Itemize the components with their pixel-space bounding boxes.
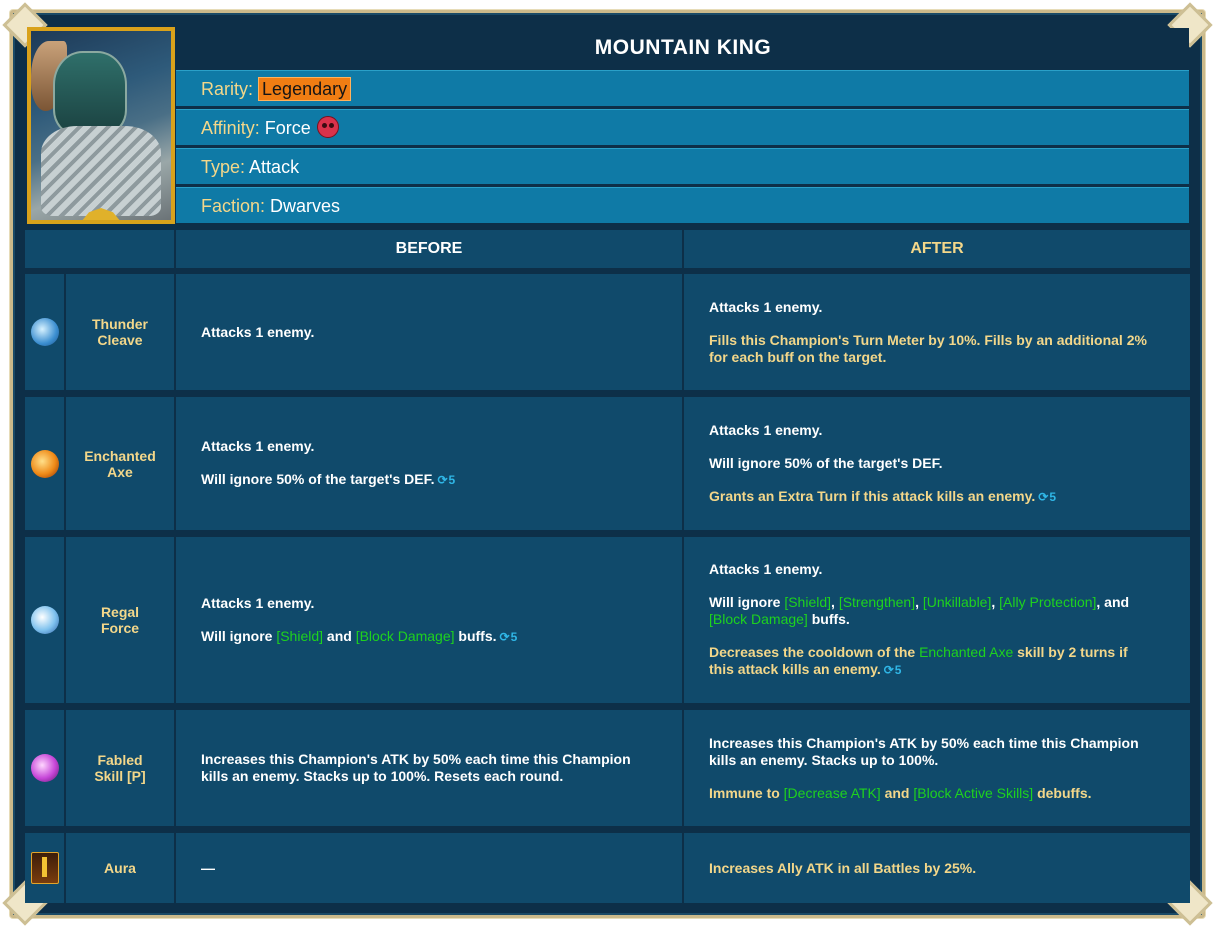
affinity-row: Affinity: Force <box>176 109 1189 145</box>
after-text-new: Grants an Extra Turn if this attack kill… <box>709 488 1150 506</box>
cooldown-icon: 5 <box>884 663 902 677</box>
cooldown-icon: 5 <box>500 630 518 644</box>
rarity-label: Rarity: <box>201 79 254 99</box>
champion-name: MOUNTAIN KING <box>177 28 1189 68</box>
skill-name-text: Regal Force <box>100 604 140 636</box>
buff-shield: [Shield] <box>784 594 832 610</box>
column-header-after: AFTER <box>684 230 1190 268</box>
buff-shield: [Shield] <box>276 627 324 644</box>
skill-after: Attacks 1 enemy. Will ignore 50% of the … <box>684 397 1190 530</box>
after-text-span: Grants an Extra Turn if this attack kill… <box>709 487 1036 504</box>
column-header-before: BEFORE <box>176 230 682 268</box>
after-text-span: debuffs. <box>1033 784 1092 801</box>
debuff-block-active-skills: [Block Active Skills] <box>913 784 1034 801</box>
fabled-skill-icon <box>30 754 59 782</box>
after-text: Attacks 1 enemy. <box>709 298 823 315</box>
buff-unkillable: [Unkillable] <box>922 594 992 610</box>
skill-reference: Enchanted Axe <box>919 644 1014 660</box>
faction-label: Faction: <box>201 196 266 216</box>
before-text: Increases this Champion's ATK by 50% eac… <box>201 751 631 784</box>
affinity-label: Affinity: <box>201 118 260 138</box>
type-label: Type: <box>201 157 246 177</box>
skill-name: Aura <box>66 833 174 903</box>
after-text-new: Fills this Champion's Turn Meter by 10%.… <box>709 331 1147 365</box>
after-text-span: buffs. <box>807 611 850 627</box>
after-text: Will ignore [Shield], [Strengthen], [Unk… <box>709 594 1150 628</box>
skill-name: Thunder Cleave <box>66 274 174 390</box>
helmet-graphic <box>53 51 127 135</box>
before-text: Attacks 1 enemy. <box>201 438 315 454</box>
separator: , and <box>1096 594 1130 610</box>
skill-after: Attacks 1 enemy. Will ignore [Shield], [… <box>684 537 1190 703</box>
separator: , <box>915 594 923 610</box>
separator: , <box>831 594 839 610</box>
skill-name-text: Aura <box>104 860 136 876</box>
skill-icon-cell <box>25 710 64 826</box>
conjunction: and <box>323 627 356 644</box>
skill-after: Increases this Champion's ATK by 50% eac… <box>684 710 1190 826</box>
after-text-span: Will ignore <box>709 594 785 610</box>
before-text-span: Will ignore 50% of the target's DEF. <box>201 471 435 487</box>
before-text: Will ignore 50% of the target's DEF.5 <box>201 471 642 489</box>
skill-name-text: Thunder Cleave <box>92 316 148 348</box>
skill-before: Attacks 1 enemy. Will ignore [Shield] an… <box>176 537 682 703</box>
buff-block-damage: [Block Damage] <box>355 627 455 644</box>
before-text-span: buffs. <box>454 627 497 644</box>
skill-name-text: Fabled Skill [P] <box>94 752 146 784</box>
before-text: Attacks 1 enemy. <box>201 594 315 611</box>
before-text: — <box>201 859 215 876</box>
skill-icon-cell <box>25 274 64 390</box>
skill-before: Attacks 1 enemy. <box>176 274 682 390</box>
after-text-new: Increases Ally ATK in all Battles by 25%… <box>709 859 977 876</box>
faction-value: Dwarves <box>270 196 341 216</box>
before-text: Attacks 1 enemy. <box>201 323 315 340</box>
cooldown-icon: 5 <box>437 473 455 487</box>
before-text: Will ignore [Shield] and [Block Damage] … <box>201 628 642 646</box>
faction-row: Faction: Dwarves <box>176 187 1189 223</box>
skill-name: Enchanted Axe <box>66 397 174 530</box>
skull-icon <box>316 116 339 138</box>
regal-force-icon <box>30 606 59 634</box>
after-text: Attacks 1 enemy. <box>709 561 823 577</box>
after-text: Will ignore 50% of the target's DEF. <box>709 454 943 471</box>
rarity-row: Rarity: Legendary <box>176 70 1189 106</box>
thunder-cleave-icon <box>30 318 59 346</box>
skill-icon-cell <box>25 537 64 703</box>
skill-before: Increases this Champion's ATK by 50% eac… <box>176 710 682 826</box>
buff-ally-protection: [Ally Protection] <box>999 594 1097 610</box>
header-blank <box>25 230 174 268</box>
aura-icon <box>30 852 59 884</box>
skill-after: Attacks 1 enemy. Fills this Champion's T… <box>684 274 1190 390</box>
cooldown-icon: 5 <box>1038 490 1056 504</box>
conjunction: and <box>880 784 914 801</box>
enchanted-axe-icon <box>30 449 59 478</box>
before-text-span: Will ignore <box>201 627 277 644</box>
skill-before: Attacks 1 enemy. Will ignore 50% of the … <box>176 397 682 530</box>
skill-after: Increases Ally ATK in all Battles by 25%… <box>684 833 1190 903</box>
skill-name-text: Enchanted Axe <box>84 447 156 480</box>
after-text-new: Decreases the cooldown of the Enchanted … <box>709 644 1150 679</box>
after-text: Increases this Champion's ATK by 50% eac… <box>709 734 1139 768</box>
skill-name: Regal Force <box>66 537 174 703</box>
skill-icon-cell <box>25 397 64 530</box>
debuff-decrease-atk: [Decrease ATK] <box>783 784 881 801</box>
type-row: Type: Attack <box>176 148 1189 184</box>
champion-portrait <box>27 27 175 224</box>
buff-strengthen: [Strengthen] <box>838 594 916 610</box>
skill-name: Fabled Skill [P] <box>66 710 174 826</box>
skill-before: — <box>176 833 682 903</box>
affinity-value: Force <box>264 118 311 138</box>
buff-block-damage: [Block Damage] <box>709 611 808 627</box>
after-text-new: Immune to [Decrease ATK] and [Block Acti… <box>709 785 1150 802</box>
after-text: Attacks 1 enemy. <box>709 421 823 438</box>
separator: , <box>991 594 1000 610</box>
after-text-span: Decreases the cooldown of the <box>709 644 920 660</box>
type-value: Attack <box>249 157 300 177</box>
beard-graphic <box>41 126 161 216</box>
after-text-span: Immune to <box>709 784 784 801</box>
skill-icon-cell <box>25 833 64 903</box>
rarity-badge: Legendary <box>258 77 352 101</box>
